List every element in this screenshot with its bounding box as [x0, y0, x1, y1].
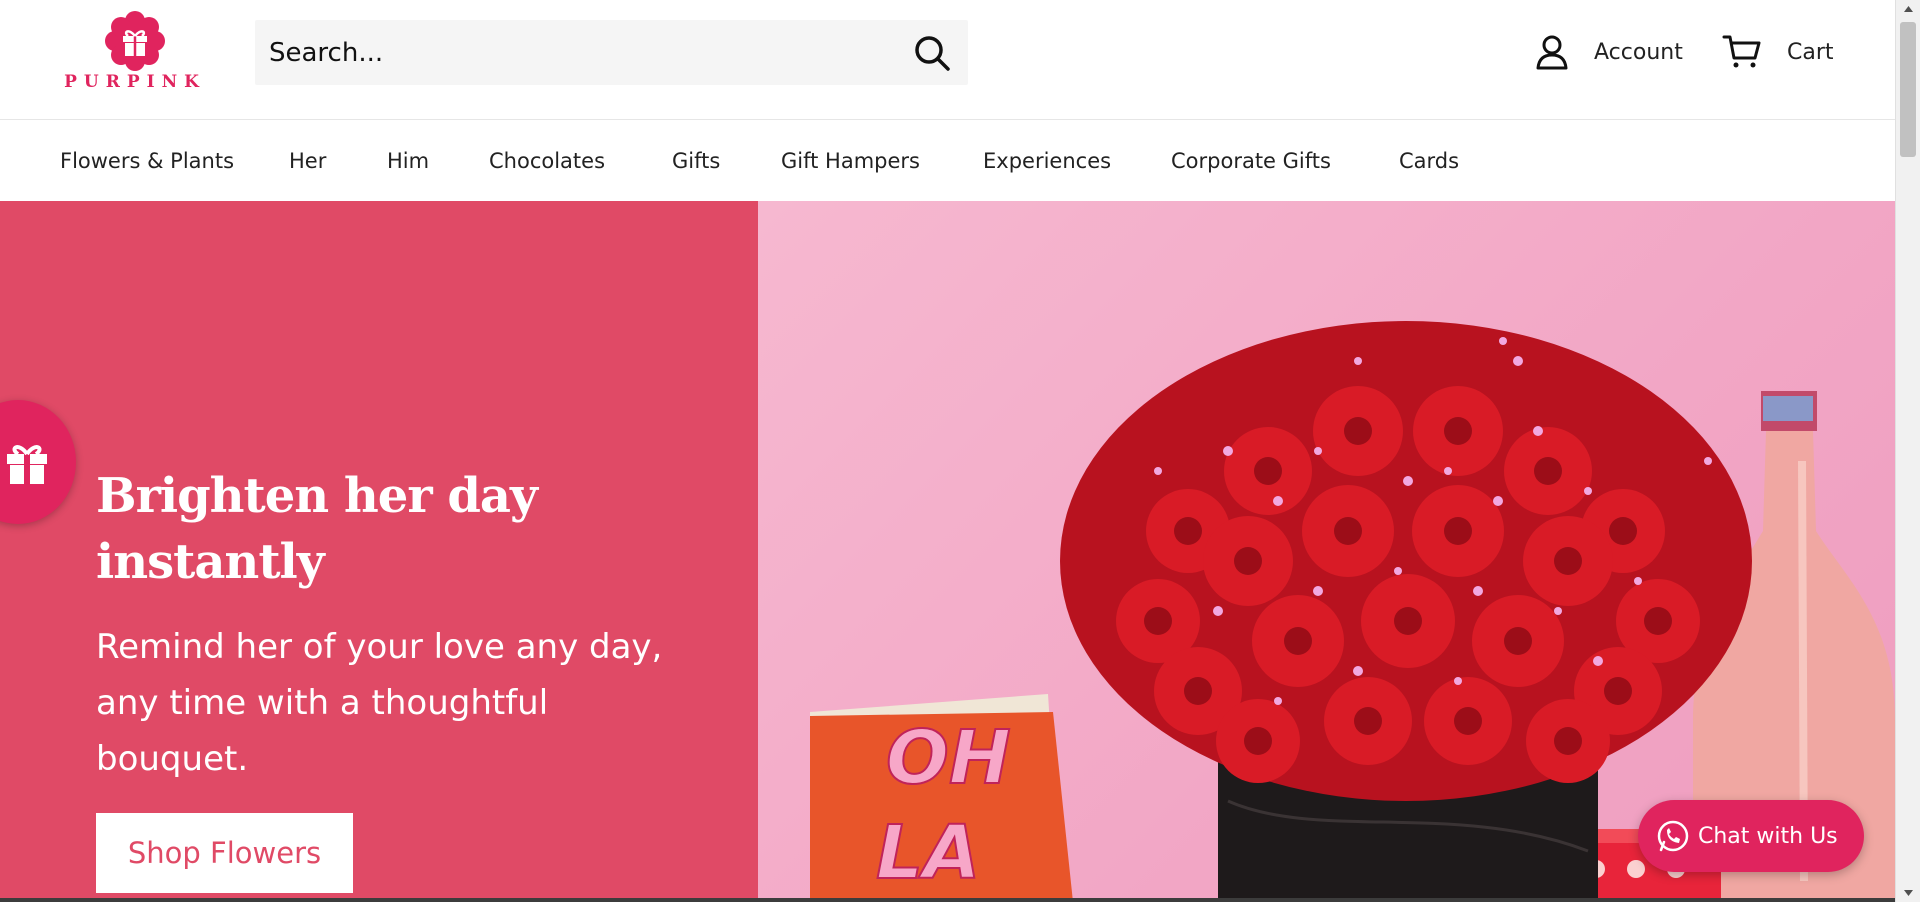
- scroll-up-arrow[interactable]: [1896, 0, 1920, 18]
- search-input[interactable]: [269, 20, 869, 85]
- whatsapp-icon: [1657, 820, 1689, 852]
- card-text: OH: [886, 715, 1011, 801]
- hero-image: OH LA: [758, 201, 1895, 902]
- search-icon: [915, 36, 950, 71]
- account-icon: [1536, 35, 1568, 70]
- chat-with-us-button[interactable]: Chat with Us: [1638, 800, 1864, 872]
- logo-wordmark: PURPINK: [64, 72, 206, 92]
- nav-item-him[interactable]: Him: [387, 121, 429, 201]
- account-label: Account: [1594, 39, 1683, 65]
- window-bottom-edge: [0, 898, 1895, 902]
- chat-label: Chat with Us: [1698, 823, 1838, 849]
- main-navigation: Flowers & Plants Her Him Chocolates Gift…: [0, 121, 1895, 201]
- chevron-up-icon: [1904, 6, 1913, 12]
- nav-item-gifts[interactable]: Gifts: [672, 121, 720, 201]
- chevron-down-icon: [1904, 890, 1913, 896]
- cart-icon: [1722, 35, 1761, 68]
- hero-banner: Brighten her day instantly Remind her of…: [0, 201, 1895, 902]
- gift-icon: [7, 445, 47, 484]
- rose-bouquet: [1060, 321, 1752, 801]
- cart-link[interactable]: Cart: [1722, 30, 1834, 74]
- page-scrollbar[interactable]: [1895, 0, 1920, 902]
- hero-title: Brighten her day instantly: [96, 468, 538, 590]
- scroll-thumb[interactable]: [1900, 22, 1916, 157]
- hero-text-panel: Brighten her day instantly Remind her of…: [0, 201, 758, 902]
- nav-item-gift-hampers[interactable]: Gift Hampers: [781, 121, 920, 201]
- greeting-card: OH LA: [810, 694, 1073, 902]
- site-header: PURPINK Account Cart: [0, 0, 1895, 120]
- bouquet-illustration: OH LA: [810, 321, 1895, 902]
- account-link[interactable]: Account: [1535, 30, 1683, 74]
- search-bar: [255, 20, 968, 85]
- logo-gift-icon: [105, 11, 165, 71]
- nav-item-flowers-plants[interactable]: Flowers & Plants: [60, 121, 234, 201]
- nav-item-her[interactable]: Her: [289, 121, 326, 201]
- cart-label: Cart: [1787, 39, 1834, 65]
- nav-item-cards[interactable]: Cards: [1399, 121, 1459, 201]
- scroll-down-arrow[interactable]: [1896, 884, 1920, 902]
- nav-item-corporate-gifts[interactable]: Corporate Gifts: [1171, 121, 1331, 201]
- hero-subtitle: Remind her of your love any day, any tim…: [96, 627, 663, 779]
- purpink-logo[interactable]: PURPINK: [58, 10, 212, 96]
- shop-flowers-button[interactable]: Shop Flowers: [96, 813, 353, 893]
- search-button[interactable]: [912, 33, 952, 73]
- nav-item-experiences[interactable]: Experiences: [983, 121, 1111, 201]
- nav-item-chocolates[interactable]: Chocolates: [489, 121, 605, 201]
- card-text-2: LA: [876, 810, 980, 896]
